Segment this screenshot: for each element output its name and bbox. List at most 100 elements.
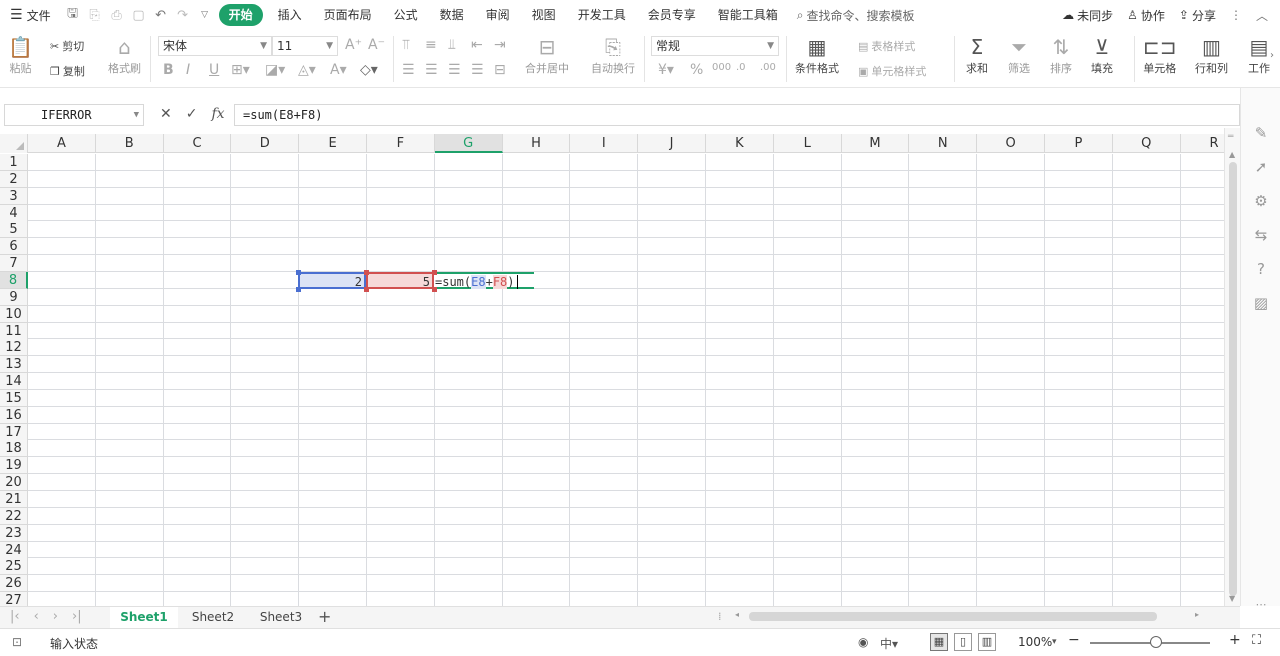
table-style-button[interactable]: ▤ 表格样式 [858, 38, 915, 54]
row-header-10[interactable]: 10 [0, 305, 28, 323]
column-header-c[interactable]: C [164, 134, 232, 153]
align-top-icon[interactable]: ⫪ [402, 37, 410, 53]
file-menu[interactable]: ☰ 文件 [0, 0, 59, 30]
row-header-5[interactable]: 5 [0, 221, 28, 239]
row-header-3[interactable]: 3 [0, 187, 28, 205]
more-dots-icon[interactable]: ⋯ [1253, 598, 1269, 611]
row-header-27[interactable]: 27 [0, 592, 28, 606]
transform-icon[interactable]: ⇆ [1253, 226, 1269, 244]
print-icon[interactable]: ⎙ [109, 8, 125, 23]
tab-page-layout[interactable]: 页面布局 [313, 4, 383, 26]
split-icon[interactable]: ═ [1228, 132, 1233, 142]
ref-handle[interactable] [296, 270, 301, 275]
copy-button[interactable]: ❐ 复制 [50, 63, 85, 79]
zoom-dropdown-icon[interactable]: ▾ [1052, 637, 1057, 647]
currency-icon[interactable]: ¥▾ [658, 62, 674, 78]
image-icon[interactable]: ▨ [1253, 294, 1269, 312]
row-header-19[interactable]: 19 [0, 457, 28, 475]
vertical-scrollbar[interactable]: ═ ▲ ▼ [1224, 128, 1240, 606]
paste-button[interactable]: 📋 粘贴 [8, 34, 33, 76]
row-header-24[interactable]: 24 [0, 541, 28, 559]
tab-member[interactable]: 会员专享 [637, 4, 707, 26]
column-header-h[interactable]: H [503, 134, 571, 153]
export-icon[interactable]: ⎘ [87, 8, 103, 23]
column-header-q[interactable]: Q [1113, 134, 1181, 153]
align-bottom-icon[interactable]: ⫫ [448, 37, 456, 53]
column-header-i[interactable]: I [570, 134, 639, 153]
name-box[interactable]: IFERROR ▼ [4, 104, 144, 126]
column-header-j[interactable]: J [638, 134, 706, 153]
row-header-6[interactable]: 6 [0, 238, 28, 256]
ref-handle[interactable] [432, 287, 437, 292]
eye-protection-icon[interactable]: ◉ [858, 635, 868, 649]
sum-button[interactable]: Σ 求和 [966, 34, 988, 76]
tab-split-handle[interactable]: ⁞ [718, 610, 722, 623]
border-icon[interactable]: ⊞▾ [231, 62, 250, 78]
column-header-r[interactable]: R [1181, 134, 1224, 153]
row-header-15[interactable]: 15 [0, 389, 28, 407]
first-sheet-icon[interactable]: |‹ [10, 609, 20, 624]
align-center-icon[interactable]: ☰ [425, 62, 438, 78]
row-header-23[interactable]: 23 [0, 524, 28, 542]
sheet-tab-sheet3[interactable]: Sheet3 [248, 607, 314, 628]
format-painter-button[interactable]: ⌂ 格式刷 [108, 34, 141, 76]
increase-decimal-icon[interactable]: .0 [736, 62, 746, 73]
undo-icon[interactable]: ↶ [153, 8, 169, 23]
italic-icon[interactable]: I [186, 62, 190, 78]
help-icon[interactable]: ? [1253, 260, 1269, 278]
column-header-p[interactable]: P [1045, 134, 1113, 153]
fill-button[interactable]: ⊻ 填充 [1091, 34, 1113, 76]
column-header-d[interactable]: D [231, 134, 300, 153]
more-icon[interactable]: ⋮ [1230, 8, 1242, 22]
confirm-icon[interactable]: ✓ [186, 106, 198, 122]
column-header-m[interactable]: M [842, 134, 910, 153]
macro-icon[interactable]: ⊡ [12, 635, 22, 649]
increase-font-icon[interactable]: A⁺ [345, 37, 362, 53]
cell-g8-editor[interactable]: =sum(E8+F8) [434, 272, 534, 289]
normal-view-button[interactable]: ▦ [930, 633, 948, 651]
insert-function-icon[interactable]: fx [211, 106, 224, 122]
row-header-2[interactable]: 2 [0, 170, 28, 188]
tab-formulas[interactable]: 公式 [383, 4, 429, 26]
tab-view[interactable]: 视图 [521, 4, 567, 26]
zoom-in-icon[interactable]: + [1229, 632, 1241, 648]
column-header-e[interactable]: E [299, 134, 367, 153]
bold-icon[interactable]: B [163, 62, 174, 78]
zoom-out-icon[interactable]: − [1068, 632, 1080, 648]
row-header-22[interactable]: 22 [0, 507, 28, 525]
cell-style-button[interactable]: ▣ 单元格样式 [858, 63, 926, 79]
row-header-21[interactable]: 21 [0, 491, 28, 508]
column-header-l[interactable]: L [774, 134, 842, 153]
formula-input[interactable]: =sum(E8+F8) [234, 104, 1240, 126]
save-icon[interactable]: 🖫 [65, 4, 81, 26]
customize-dropdown-icon[interactable]: ▽ [197, 10, 213, 20]
row-header-12[interactable]: 12 [0, 339, 28, 357]
vertical-scroll-thumb[interactable] [1229, 162, 1237, 596]
tab-review[interactable]: 审阅 [475, 4, 521, 26]
fullscreen-icon[interactable]: ⛶ [1252, 633, 1261, 648]
add-sheet-icon[interactable]: + [318, 607, 331, 626]
row-header-8[interactable]: 8 [0, 271, 28, 289]
redo-icon[interactable]: ↷ [175, 8, 191, 23]
row-header-16[interactable]: 16 [0, 406, 28, 424]
filter-button[interactable]: ⏷ 筛选 [1008, 34, 1030, 76]
sync-button[interactable]: ☁ 未同步 [1062, 7, 1113, 24]
select-all-corner[interactable] [0, 134, 28, 153]
next-sheet-icon[interactable]: › [53, 609, 58, 624]
page-layout-view-button[interactable]: ▯ [954, 633, 972, 651]
collaborate-button[interactable]: ♙ 协作 [1127, 7, 1165, 24]
decrease-font-icon[interactable]: A⁻ [368, 37, 385, 53]
spreadsheet-grid[interactable]: ABCDEFGHIJKLMNOPQR 1 2 3 4 5 6 7 8 9 10 11 12 13 14 15… [0, 134, 1224, 606]
column-header-a[interactable]: A [28, 134, 96, 153]
row-col-button[interactable]: ▥ 行和列 [1195, 34, 1228, 76]
column-header-b[interactable]: B [96, 134, 164, 153]
worksheet-button[interactable]: ▤ 工作 [1248, 34, 1270, 76]
print-preview-icon[interactable]: ▢ [131, 8, 147, 23]
align-left-icon[interactable]: ☰ [402, 62, 415, 78]
ref-handle[interactable] [296, 287, 301, 292]
cell-f8[interactable]: 5 [366, 272, 434, 289]
tab-home[interactable]: 开始 [218, 4, 263, 26]
font-name-select[interactable]: 宋体 ▼ [158, 36, 272, 56]
font-size-select[interactable]: 11 ▼ [272, 36, 338, 56]
row-header-7[interactable]: 7 [0, 255, 28, 273]
